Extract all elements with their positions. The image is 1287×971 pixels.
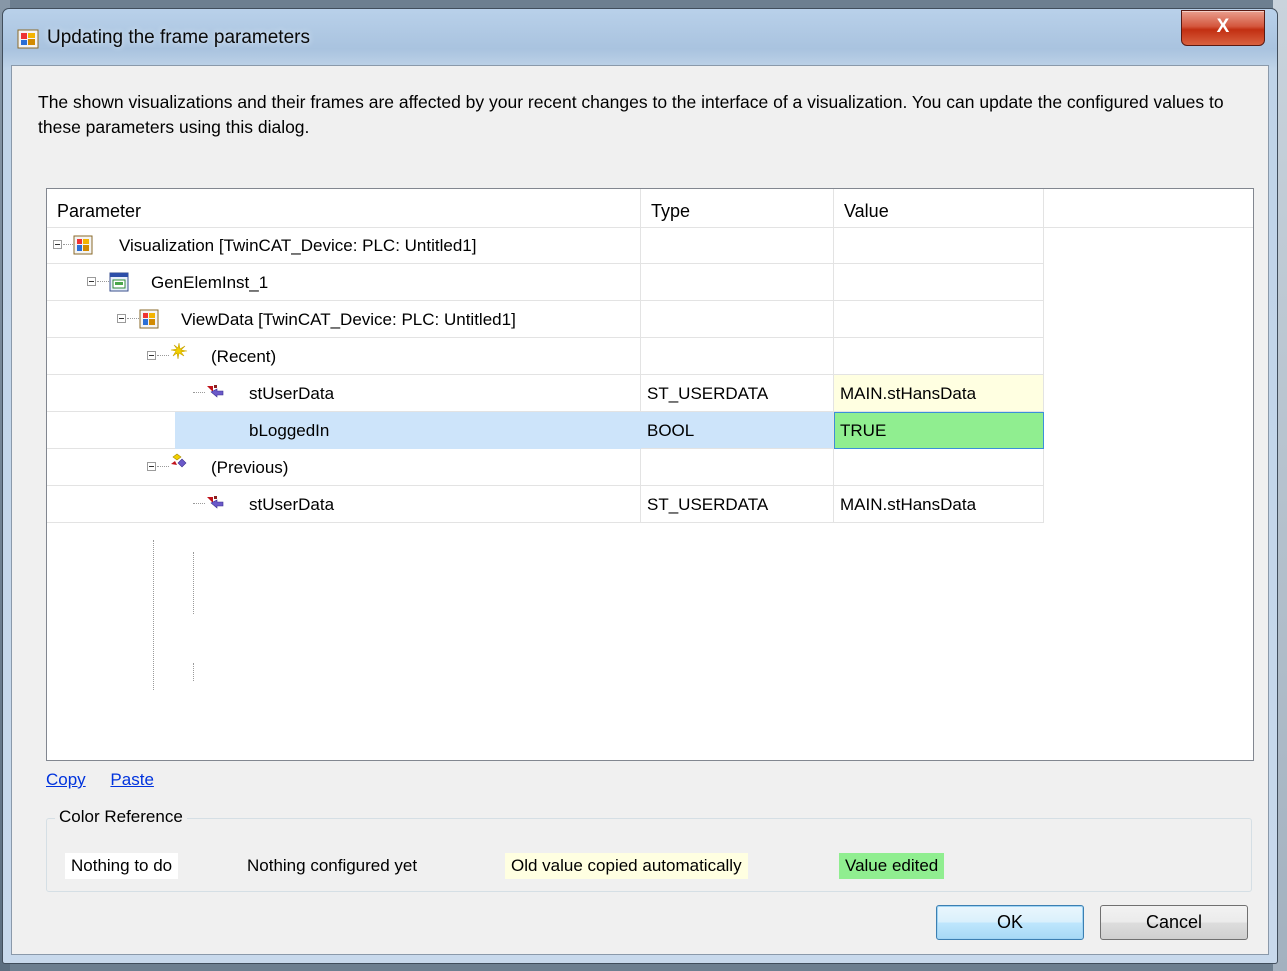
tree-connector bbox=[193, 552, 194, 614]
tree-row-viewdata[interactable]: ViewData [TwinCAT_Device: PLC: Untitled1… bbox=[47, 301, 1044, 338]
parameter-cell: stUserData bbox=[47, 375, 641, 412]
tree-connector bbox=[193, 503, 205, 504]
parameter-cell: stUserData bbox=[47, 486, 641, 523]
value-cell[interactable] bbox=[834, 264, 1044, 301]
tree-row-frame-element[interactable]: GenElemInst_1 bbox=[47, 264, 1044, 301]
parameter-cell: ViewData [TwinCAT_Device: PLC: Untitled1… bbox=[47, 301, 641, 338]
tree-connector bbox=[193, 392, 205, 393]
type-cell bbox=[641, 338, 834, 375]
tree-connector bbox=[193, 663, 194, 681]
tree-connector bbox=[153, 540, 154, 690]
value-cell[interactable] bbox=[834, 227, 1044, 264]
tree-connector bbox=[63, 244, 73, 245]
frame-element-icon bbox=[109, 272, 129, 292]
collapse-icon[interactable] bbox=[147, 351, 156, 360]
legend-value-edited: Value edited bbox=[839, 853, 945, 879]
tree-row-recent[interactable]: (Recent) bbox=[47, 338, 1044, 375]
cancel-button[interactable]: Cancel bbox=[1100, 905, 1248, 940]
ok-button[interactable]: OK bbox=[936, 905, 1084, 940]
tree-label: stUserData bbox=[249, 495, 335, 514]
tree-row-parameter[interactable]: stUserData ST_USERDATA MAIN.stHansData bbox=[47, 486, 1044, 523]
grid-header: Parameter Type Value bbox=[47, 189, 1253, 228]
recent-icon bbox=[170, 342, 188, 360]
value-cell[interactable]: MAIN.stHansData bbox=[834, 486, 1044, 523]
type-cell bbox=[641, 227, 834, 264]
tree-label: stUserData bbox=[249, 384, 335, 403]
tree-row-parameter[interactable]: stUserData ST_USERDATA MAIN.stHansData bbox=[47, 375, 1044, 412]
type-cell bbox=[641, 264, 834, 301]
tree-connector bbox=[127, 318, 139, 319]
dialog-window: Updating the frame parameters X The show… bbox=[2, 8, 1278, 964]
column-header-type[interactable]: Type bbox=[641, 189, 834, 227]
legend-nothing-configured: Nothing configured yet bbox=[247, 856, 418, 875]
value-cell[interactable] bbox=[834, 449, 1044, 486]
tree-label: ViewData [TwinCAT_Device: PLC: Untitled1… bbox=[181, 310, 516, 329]
tree-connector bbox=[157, 355, 169, 356]
visualization-icon bbox=[139, 309, 159, 329]
collapse-icon[interactable] bbox=[147, 462, 156, 471]
legend-nothing-to-do: Nothing to do bbox=[65, 853, 179, 879]
tree-row-parameter-selected[interactable]: bLoggedIn BOOL TRUE bbox=[47, 412, 1044, 449]
tree-label: GenElemInst_1 bbox=[151, 273, 269, 292]
parameter-cell: GenElemInst_1 bbox=[47, 264, 641, 301]
collapse-icon[interactable] bbox=[53, 240, 62, 249]
close-button[interactable]: X bbox=[1181, 10, 1265, 46]
title-bar[interactable]: Updating the frame parameters X bbox=[3, 9, 1277, 65]
dialog-client-area: The shown visualizations and their frame… bbox=[11, 65, 1269, 955]
visualization-icon bbox=[73, 235, 93, 255]
tree-label: bLoggedIn bbox=[175, 412, 641, 449]
parameter-icon bbox=[207, 496, 224, 509]
previous-icon bbox=[171, 453, 187, 468]
type-cell bbox=[641, 449, 834, 486]
color-reference-group: Color Reference Nothing to do Nothing co… bbox=[46, 807, 1252, 892]
tree-label: (Recent) bbox=[211, 347, 277, 366]
clipboard-links: Copy Paste bbox=[46, 770, 174, 790]
tree-connector bbox=[157, 466, 169, 467]
legend-old-value-copied: Old value copied automatically bbox=[505, 853, 748, 879]
visualization-icon bbox=[17, 29, 39, 49]
type-cell: ST_USERDATA bbox=[641, 486, 834, 523]
value-cell[interactable] bbox=[834, 338, 1044, 375]
parameter-cell: (Recent) bbox=[47, 338, 641, 375]
paste-link[interactable]: Paste bbox=[110, 770, 153, 789]
copy-link[interactable]: Copy bbox=[46, 770, 86, 789]
description-text: The shown visualizations and their frame… bbox=[38, 92, 1224, 137]
color-reference-title: Color Reference bbox=[55, 807, 187, 827]
parameter-icon bbox=[207, 385, 224, 398]
value-cell[interactable]: MAIN.stHansData bbox=[834, 375, 1044, 412]
value-cell[interactable]: TRUE bbox=[834, 412, 1044, 449]
window-title: Updating the frame parameters bbox=[47, 27, 310, 48]
collapse-icon[interactable] bbox=[87, 277, 96, 286]
value-cell[interactable] bbox=[834, 301, 1044, 338]
tree-label: (Previous) bbox=[211, 458, 289, 477]
tree-label: Visualization [TwinCAT_Device: PLC: Unti… bbox=[119, 236, 477, 255]
parameter-grid[interactable]: Parameter Type Value Visualization [Twin… bbox=[46, 188, 1254, 761]
collapse-icon[interactable] bbox=[117, 314, 126, 323]
type-cell: ST_USERDATA bbox=[641, 375, 834, 412]
tree-connector bbox=[97, 281, 109, 282]
parameter-cell: (Previous) bbox=[47, 449, 641, 486]
column-header-parameter[interactable]: Parameter bbox=[47, 189, 641, 227]
type-cell bbox=[641, 301, 834, 338]
type-cell: BOOL bbox=[641, 412, 834, 449]
tree-row-visualization[interactable]: Visualization [TwinCAT_Device: PLC: Unti… bbox=[47, 227, 1044, 264]
tree-row-previous[interactable]: (Previous) bbox=[47, 449, 1044, 486]
parameter-cell: bLoggedIn bbox=[47, 412, 641, 449]
parameter-cell: Visualization [TwinCAT_Device: PLC: Unti… bbox=[47, 227, 641, 264]
column-header-value[interactable]: Value bbox=[834, 189, 1044, 227]
